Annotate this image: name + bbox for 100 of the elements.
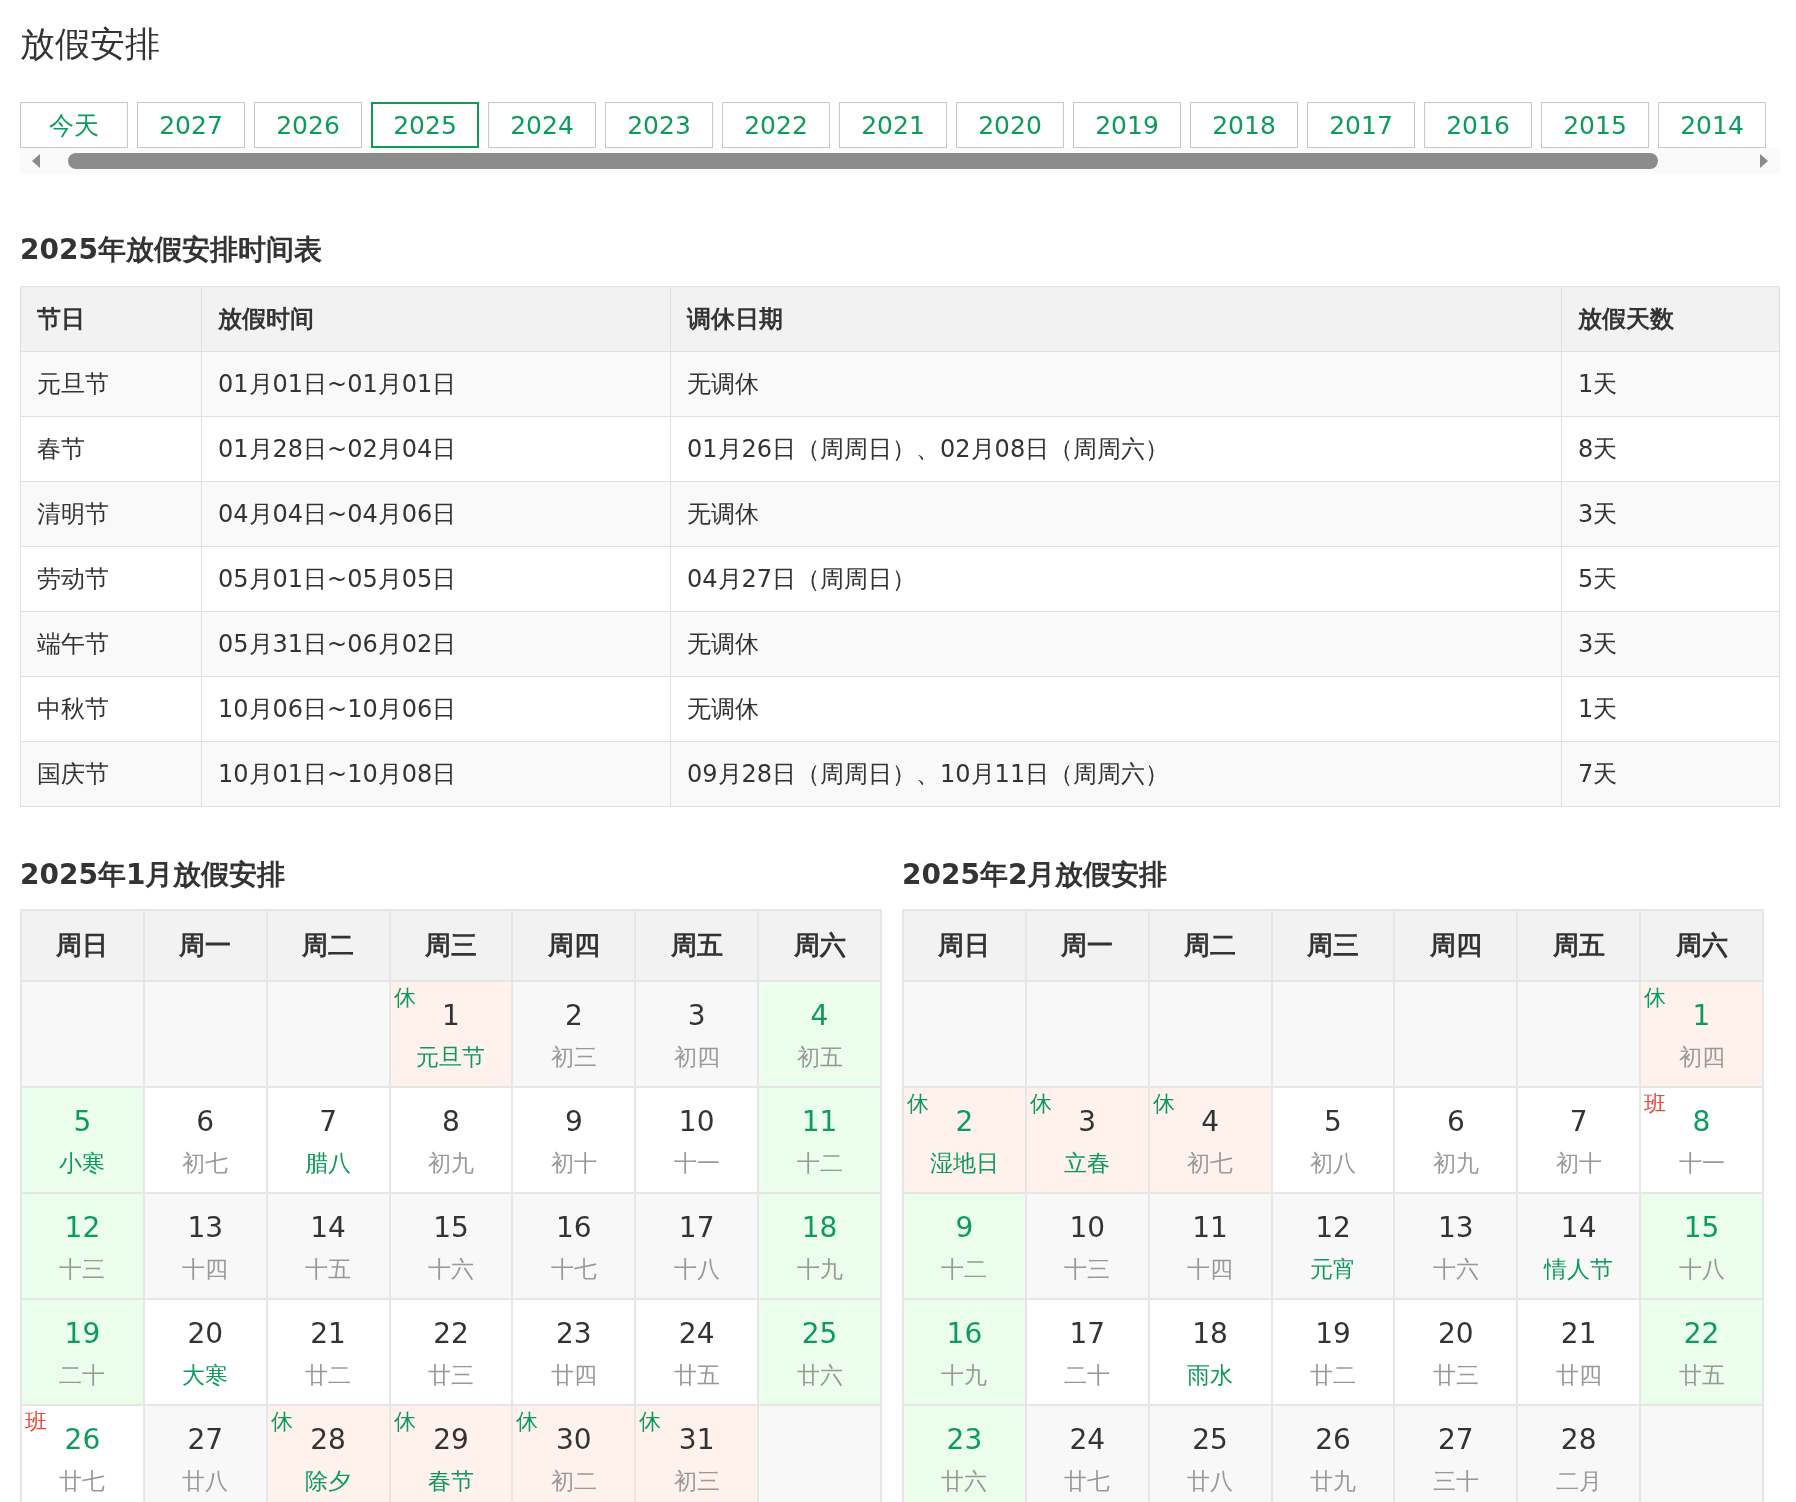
calendar-day-cell[interactable]: 9 初十: [512, 1087, 636, 1193]
calendar-day-cell[interactable]: 28 二月: [1517, 1405, 1641, 1502]
lunar-date: 初四: [672, 1043, 721, 1072]
calendar-day-cell[interactable]: 28 除夕 休: [266, 1405, 390, 1502]
calendar-day-cell[interactable]: 14 十五: [266, 1193, 390, 1299]
table-cell: 劳动节: [20, 546, 202, 612]
calendar-day-cell[interactable]: 6 初九: [1394, 1087, 1518, 1193]
lunar-date: 十六: [1431, 1255, 1480, 1284]
year-tab[interactable]: 2020: [956, 102, 1064, 148]
lunar-date: 廿三: [426, 1361, 475, 1390]
year-tab[interactable]: 2017: [1307, 102, 1415, 148]
calendar-day-cell[interactable]: 31 初三 休: [635, 1405, 759, 1502]
calendar-day-cell[interactable]: 20 大寒: [143, 1299, 267, 1405]
calendar-day-cell[interactable]: 8 十一 班: [1640, 1087, 1763, 1193]
day-number: 27: [186, 1424, 225, 1456]
calendar-day-cell[interactable]: 5 初八: [1271, 1087, 1395, 1193]
weekday-header: 周六: [758, 910, 881, 981]
year-tab[interactable]: 2014: [1658, 102, 1766, 148]
calendar-day-cell[interactable]: 10 十三: [1025, 1193, 1149, 1299]
calendar-day-cell[interactable]: 3 初四: [635, 981, 759, 1087]
year-tab[interactable]: 2027: [137, 102, 245, 148]
weekday-header: 周二: [1148, 910, 1272, 981]
scrollbar-thumb[interactable]: [68, 153, 1658, 169]
lunar-date: 十九: [795, 1255, 844, 1284]
calendar-day-cell[interactable]: 7 初十: [1517, 1087, 1641, 1193]
calendar-day-cell[interactable]: 26 廿七 班: [21, 1405, 144, 1502]
year-tab[interactable]: 2025: [371, 102, 479, 148]
day-number: 1: [441, 1000, 461, 1032]
day-number: 9: [954, 1212, 975, 1244]
year-tab[interactable]: 2016: [1424, 102, 1532, 148]
calendar-day-cell[interactable]: 16 十七: [512, 1193, 636, 1299]
lunar-date: 除夕: [304, 1467, 353, 1496]
calendar-day-cell[interactable]: 30 初二 休: [512, 1405, 636, 1502]
calendar-day-cell[interactable]: 25 廿八: [1148, 1405, 1272, 1502]
rest-label: 休: [270, 1409, 293, 1435]
calendar-day-cell[interactable]: 22 廿三: [389, 1299, 513, 1405]
calendar-day-cell[interactable]: 15 十六: [389, 1193, 513, 1299]
calendar-day-cell[interactable]: 21 廿四: [1517, 1299, 1641, 1405]
day-number: 22: [432, 1318, 470, 1350]
calendar-day-cell[interactable]: 21 廿二: [266, 1299, 390, 1405]
calendar-day-cell[interactable]: 24 廿七: [1025, 1405, 1149, 1502]
year-tab[interactable]: 2015: [1541, 102, 1649, 148]
calendar-day-cell[interactable]: 29 春节 休: [389, 1405, 513, 1502]
table-cell: 元旦节: [20, 351, 202, 417]
day-number: 6: [195, 1106, 216, 1138]
day-number: 21: [309, 1318, 347, 1350]
calendar-day-cell[interactable]: 14 情人节: [1517, 1193, 1641, 1299]
year-tab[interactable]: 2022: [722, 102, 830, 148]
year-tab[interactable]: 2019: [1073, 102, 1181, 148]
calendar-day-cell[interactable]: 20 廿三: [1394, 1299, 1518, 1405]
calendar-day-cell[interactable]: 24 廿五: [635, 1299, 759, 1405]
year-tab[interactable]: 2023: [605, 102, 713, 148]
calendar-day-cell[interactable]: 4 初七 休: [1148, 1087, 1272, 1193]
calendar-day-cell[interactable]: 8 初九: [389, 1087, 513, 1193]
year-tab[interactable]: 今天: [20, 102, 128, 148]
table-cell: 8天: [1561, 416, 1780, 482]
table-cell: 无调休: [670, 481, 1562, 547]
calendar-day-cell[interactable]: 19 廿二: [1271, 1299, 1395, 1405]
rest-label: 休: [907, 1091, 929, 1117]
table-cell: 01月26日（周周日）、02月08日（周周六）: [670, 416, 1562, 482]
calendar-day-cell[interactable]: 23 廿四: [512, 1299, 636, 1405]
scroll-left-arrow-icon[interactable]: [30, 153, 42, 169]
calendar-day-cell[interactable]: 17 二十: [1025, 1299, 1149, 1405]
calendar-day-cell[interactable]: 13 十六: [1394, 1193, 1518, 1299]
calendar-day-cell[interactable]: 11 十四: [1148, 1193, 1272, 1299]
calendar-day-cell[interactable]: 26 廿九: [1271, 1405, 1395, 1502]
day-number: 15: [432, 1212, 470, 1244]
day-number: 17: [677, 1212, 716, 1244]
year-tab[interactable]: 2021: [839, 102, 947, 148]
table-cell: 04月04日~04月06日: [201, 481, 671, 547]
calendar-day-cell[interactable]: 7 腊八: [266, 1087, 390, 1193]
calendar-day-cell[interactable]: 6 初七: [143, 1087, 267, 1193]
scroll-right-arrow-icon[interactable]: [1758, 153, 1770, 169]
calendar-day-cell[interactable]: 3 立春 休: [1025, 1087, 1149, 1193]
day-number: 19: [1314, 1318, 1352, 1350]
calendar-day-cell[interactable]: 1 元旦节 休: [389, 981, 513, 1087]
calendar-day-cell[interactable]: 27 三十: [1394, 1405, 1518, 1502]
day-number: 8: [1691, 1106, 1712, 1138]
table-cell: 端午节: [20, 611, 202, 677]
calendar-day-cell[interactable]: 10 十一: [635, 1087, 759, 1193]
table-cell: 清明节: [20, 481, 202, 547]
calendar-day-cell[interactable]: 12 元宵: [1271, 1193, 1395, 1299]
day-number: 17: [1068, 1318, 1107, 1350]
calendar-day-cell[interactable]: 27 廿八: [143, 1405, 267, 1502]
lunar-date: 二月: [1554, 1467, 1603, 1496]
year-tab[interactable]: 2018: [1190, 102, 1298, 148]
lunar-date: 雨水: [1186, 1361, 1235, 1390]
year-tab[interactable]: 2024: [488, 102, 596, 148]
calendar-day-cell[interactable]: 18 雨水: [1148, 1299, 1272, 1405]
table-header-cell: 放假时间: [201, 286, 671, 352]
day-number: 31: [677, 1424, 716, 1456]
table-cell: 01月01日~01月01日: [201, 351, 671, 417]
lunar-date: 初八: [1308, 1149, 1357, 1178]
calendar-day-cell[interactable]: 13 十四: [143, 1193, 267, 1299]
day-number: 18: [1191, 1318, 1229, 1350]
calendar-day-cell[interactable]: 2 初三: [512, 981, 636, 1087]
calendar-day-cell[interactable]: 17 十八: [635, 1193, 759, 1299]
year-tab[interactable]: 2026: [254, 102, 362, 148]
rest-label: 休: [639, 1409, 662, 1435]
lunar-date: 十二: [940, 1255, 989, 1284]
